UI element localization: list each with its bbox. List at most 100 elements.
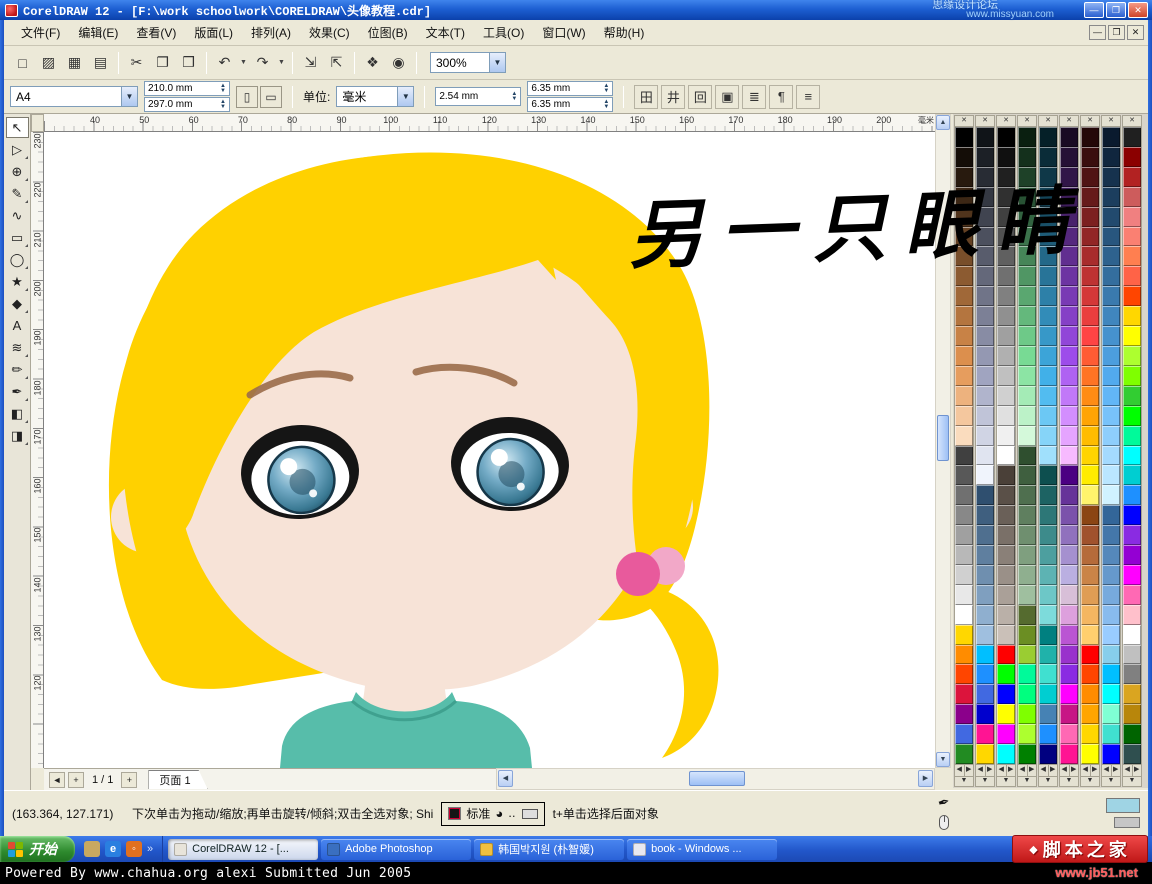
color-swatch[interactable] (997, 227, 1015, 247)
color-swatch[interactable] (955, 227, 973, 247)
color-swatch[interactable] (1081, 585, 1099, 605)
horizontal-scroll-thumb[interactable] (689, 771, 745, 786)
color-swatch[interactable] (976, 207, 994, 227)
palette-flyout-icon[interactable]: ▼ (1123, 776, 1141, 786)
color-swatch[interactable] (1123, 386, 1141, 406)
palette-scroll-up-icon[interactable]: ◀ (1102, 765, 1112, 776)
color-swatch[interactable] (1123, 684, 1141, 704)
color-swatch[interactable] (1039, 286, 1057, 306)
color-swatch[interactable] (1123, 167, 1141, 187)
snap-to-guidelines-button[interactable]: 井 (661, 85, 685, 109)
color-swatch[interactable] (955, 704, 973, 724)
palette-scroll-down-icon[interactable]: ▶ (1007, 765, 1016, 776)
color-swatch[interactable] (1018, 565, 1036, 585)
color-swatch[interactable] (1081, 227, 1099, 247)
color-swatch[interactable] (955, 585, 973, 605)
add-page-before-button[interactable]: + (68, 772, 84, 788)
start-button[interactable]: 开始 (0, 836, 75, 862)
color-swatch[interactable] (976, 406, 994, 426)
eyedropper-tool[interactable]: ✏ (6, 359, 29, 380)
redo-button-dropdown[interactable]: ▼ (276, 50, 287, 75)
color-swatch[interactable] (1081, 286, 1099, 306)
color-swatch[interactable] (1039, 625, 1057, 645)
color-swatch[interactable] (1081, 684, 1099, 704)
color-swatch[interactable] (1039, 505, 1057, 525)
menu-view[interactable]: 查看(V) (127, 21, 185, 44)
color-swatch[interactable] (1102, 386, 1120, 406)
color-swatch[interactable] (1018, 525, 1036, 545)
scroll-right-icon[interactable]: ▶ (918, 770, 933, 787)
color-swatch[interactable] (1102, 605, 1120, 625)
color-swatch[interactable] (1102, 744, 1120, 764)
save-button[interactable]: ▦ (62, 50, 87, 75)
color-swatch[interactable] (1081, 306, 1099, 326)
color-swatch[interactable] (976, 605, 994, 625)
color-swatch[interactable] (1123, 426, 1141, 446)
color-swatch[interactable] (1060, 127, 1078, 147)
color-swatch[interactable] (1102, 326, 1120, 346)
menu-arrange[interactable]: 排列(A) (242, 21, 300, 44)
color-swatch[interactable] (1060, 505, 1078, 525)
color-swatch[interactable] (976, 565, 994, 585)
color-swatch[interactable] (1102, 306, 1120, 326)
menu-text[interactable]: 文本(T) (417, 21, 474, 44)
color-swatch[interactable] (976, 505, 994, 525)
color-swatch[interactable] (976, 187, 994, 207)
palette-flyout-icon[interactable]: ▼ (1018, 776, 1036, 786)
color-swatch[interactable] (1123, 227, 1141, 247)
color-swatch[interactable] (1018, 704, 1036, 724)
color-swatch[interactable] (1081, 426, 1099, 446)
color-swatch[interactable] (997, 346, 1015, 366)
print-button[interactable]: ▤ (88, 50, 113, 75)
color-swatch[interactable] (1018, 167, 1036, 187)
quicklaunch-overflow-chevron[interactable]: » (147, 843, 153, 855)
palette-scroll-up-icon[interactable]: ◀ (1039, 765, 1049, 776)
color-swatch[interactable] (1060, 426, 1078, 446)
color-swatch[interactable] (976, 366, 994, 386)
color-swatch[interactable] (1102, 346, 1120, 366)
task-folder[interactable]: 韩国박지원 (朴智媛) (474, 839, 624, 860)
color-swatch[interactable] (1123, 207, 1141, 227)
palette-close-icon[interactable]: ✕ (976, 116, 994, 127)
color-swatch[interactable] (1081, 246, 1099, 266)
chevron-down-icon[interactable]: ▼ (489, 53, 505, 72)
color-swatch[interactable] (997, 684, 1015, 704)
color-swatch[interactable] (1123, 505, 1141, 525)
color-swatch[interactable] (1060, 545, 1078, 565)
color-swatch[interactable] (1018, 406, 1036, 426)
palette-flyout-icon[interactable]: ▼ (955, 776, 973, 786)
color-swatch[interactable] (1081, 565, 1099, 585)
color-swatch[interactable] (1060, 465, 1078, 485)
color-swatch[interactable] (997, 406, 1015, 426)
color-swatch[interactable] (1102, 286, 1120, 306)
nudge-offset-spinner[interactable]: 2.54 mm ▲▼ (435, 87, 521, 106)
color-swatch[interactable] (1060, 286, 1078, 306)
color-swatch[interactable] (997, 446, 1015, 466)
color-swatch[interactable] (997, 585, 1015, 605)
palette-scroll-down-icon[interactable]: ▶ (986, 765, 995, 776)
palette-close-icon[interactable]: ✕ (1102, 116, 1120, 127)
color-swatch[interactable] (955, 286, 973, 306)
color-swatch[interactable] (1123, 605, 1141, 625)
color-swatch[interactable] (1060, 147, 1078, 167)
palette-flyout-icon[interactable]: ▼ (997, 776, 1015, 786)
color-swatch[interactable] (976, 525, 994, 545)
chevron-down-icon[interactable]: ▼ (397, 87, 413, 106)
color-swatch[interactable] (997, 266, 1015, 286)
undo-button[interactable]: ↶ (212, 50, 237, 75)
color-swatch[interactable] (955, 645, 973, 665)
color-swatch[interactable] (1060, 724, 1078, 744)
text-tool[interactable]: A (6, 315, 29, 336)
color-swatch[interactable] (1018, 346, 1036, 366)
color-swatch[interactable] (1123, 266, 1141, 286)
palette-scroll-down-icon[interactable]: ▶ (1049, 765, 1058, 776)
palette-scroll-down-icon[interactable]: ▶ (1028, 765, 1037, 776)
color-swatch[interactable] (955, 406, 973, 426)
page-tab[interactable]: 页面 1 (148, 770, 207, 789)
task-photoshop[interactable]: Adobe Photoshop (321, 839, 471, 860)
color-swatch[interactable] (1123, 465, 1141, 485)
color-swatch[interactable] (1123, 664, 1141, 684)
color-swatch[interactable] (955, 266, 973, 286)
color-swatch[interactable] (955, 525, 973, 545)
spinner-arrows-icon[interactable]: ▲▼ (220, 100, 226, 110)
